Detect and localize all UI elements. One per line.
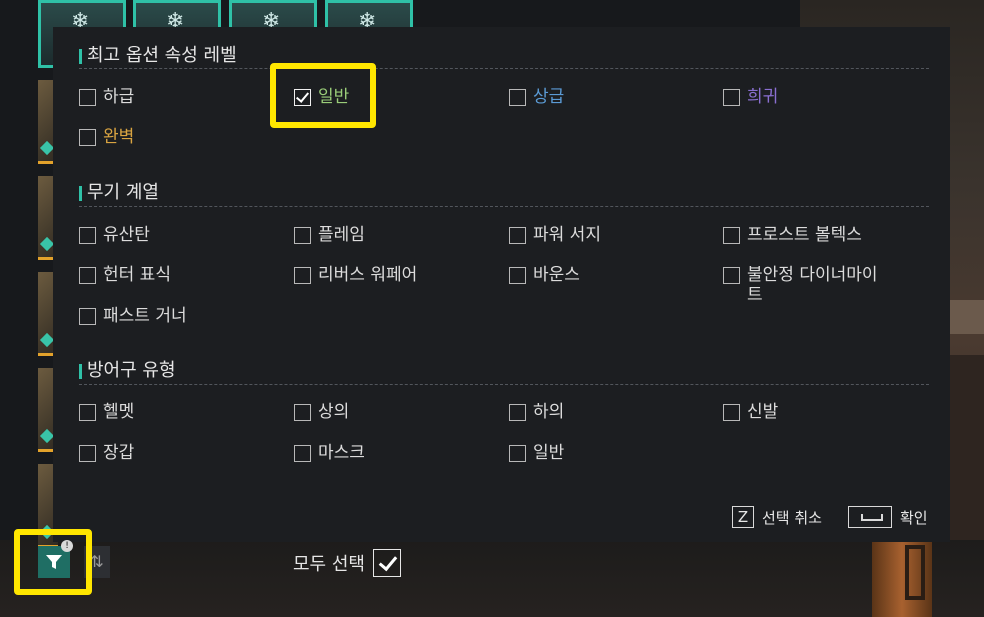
checkbox[interactable] — [294, 404, 311, 421]
option-weapon-4[interactable]: 프로스트 볼텍스 — [723, 225, 862, 245]
option-label: 신발 — [747, 402, 779, 422]
option-grade-low[interactable]: 하급 — [79, 87, 134, 107]
checkbox[interactable] — [79, 227, 96, 244]
checkbox[interactable] — [79, 445, 96, 462]
checkbox[interactable] — [509, 404, 526, 421]
checkbox[interactable] — [79, 404, 96, 421]
section-divider — [79, 384, 929, 385]
select-all-label: 모두 선택 — [293, 554, 365, 575]
spacebar-icon — [848, 506, 892, 528]
option-label: 헌터 표식 — [103, 265, 171, 285]
confirm-button[interactable]: 확인 — [848, 506, 928, 528]
gem-icon — [39, 428, 55, 444]
option-label: 헬멧 — [103, 402, 135, 422]
background-detail — [950, 355, 984, 555]
cancel-selection-button[interactable]: Z 선택 취소 — [732, 506, 822, 528]
option-weapon-5[interactable]: 헌터 표식 — [79, 265, 171, 285]
option-armor-helmet[interactable]: 헬멧 — [79, 402, 134, 422]
checkbox[interactable] — [79, 308, 96, 325]
option-label: 완벽 — [103, 127, 135, 147]
option-label: 불안정 다이너마이트 — [747, 265, 878, 305]
option-label: 하의 — [533, 402, 565, 422]
section-divider — [79, 68, 929, 69]
gem-icon — [39, 332, 55, 348]
option-armor-normal[interactable]: 일반 — [509, 443, 564, 463]
checkbox[interactable] — [79, 89, 96, 106]
checkbox[interactable] — [294, 445, 311, 462]
confirm-label: 확인 — [900, 508, 928, 527]
option-armor-gloves[interactable]: 장갑 — [79, 443, 134, 463]
checkbox[interactable] — [723, 227, 740, 244]
option-grade-perfect[interactable]: 완벽 — [79, 127, 134, 147]
option-label: 장갑 — [103, 443, 135, 463]
highlight-box-grade-normal — [270, 63, 376, 128]
background-floor — [0, 540, 984, 617]
checkbox[interactable] — [723, 267, 740, 284]
background-ladder — [905, 545, 925, 600]
option-armor-top[interactable]: 상의 — [294, 402, 349, 422]
highlight-box-filter — [14, 529, 92, 595]
option-label: 프로스트 볼텍스 — [747, 225, 862, 245]
option-armor-shoes[interactable]: 신발 — [723, 402, 778, 422]
cancel-selection-label: 선택 취소 — [762, 508, 822, 527]
option-armor-bottom[interactable]: 하의 — [509, 402, 564, 422]
checkbox[interactable] — [79, 129, 96, 146]
option-label: 패스트 거너 — [103, 306, 187, 326]
option-label: 파워 서지 — [533, 225, 601, 245]
filter-panel: 최고 옵션 속성 레벨 하급 일반 상급 희귀 완벽 무기 계열 유산탄 플레임… — [53, 27, 950, 542]
checkbox[interactable] — [509, 267, 526, 284]
gem-icon — [39, 140, 55, 156]
option-label: 하급 — [103, 87, 135, 107]
option-weapon-6[interactable]: 리버스 워페어 — [294, 265, 417, 285]
checkbox[interactable] — [509, 445, 526, 462]
select-all-checkbox[interactable] — [372, 549, 401, 577]
checkbox[interactable] — [509, 227, 526, 244]
option-label: 일반 — [533, 443, 565, 463]
option-label: 마스크 — [318, 443, 365, 463]
option-grade-advanced[interactable]: 상급 — [509, 87, 564, 107]
checkbox[interactable] — [294, 227, 311, 244]
option-label: 바운스 — [533, 265, 580, 285]
select-all-toggle[interactable]: 모두 선택 — [293, 549, 401, 577]
option-grade-rare[interactable]: 희귀 — [723, 87, 778, 107]
option-label: 리버스 워페어 — [318, 265, 418, 285]
section-title-armor-type: 방어구 유형 — [79, 360, 176, 382]
option-armor-mask[interactable]: 마스크 — [294, 443, 365, 463]
background-detail — [950, 300, 984, 334]
option-label: 희귀 — [747, 87, 779, 107]
option-weapon-1[interactable]: 유산탄 — [79, 225, 150, 245]
option-label: 상의 — [318, 402, 350, 422]
option-weapon-8[interactable]: 불안정 다이너마이트 — [723, 265, 887, 305]
option-weapon-7[interactable]: 바운스 — [509, 265, 580, 285]
option-label: 플레임 — [318, 225, 365, 245]
option-label: 상급 — [533, 87, 565, 107]
section-divider — [79, 206, 929, 207]
z-key-icon: Z — [732, 506, 754, 528]
option-weapon-9[interactable]: 패스트 거너 — [79, 306, 187, 326]
option-label: 유산탄 — [103, 225, 150, 245]
section-title-option-level: 최고 옵션 속성 레벨 — [79, 45, 237, 67]
option-weapon-2[interactable]: 플레임 — [294, 225, 365, 245]
option-weapon-3[interactable]: 파워 서지 — [509, 225, 601, 245]
checkbox[interactable] — [79, 267, 96, 284]
gem-icon — [39, 236, 55, 252]
checkbox[interactable] — [723, 404, 740, 421]
checkbox[interactable] — [509, 89, 526, 106]
checkbox[interactable] — [723, 89, 740, 106]
checkbox[interactable] — [294, 267, 311, 284]
section-title-weapon-series: 무기 계열 — [79, 182, 159, 204]
sort-icon: ⇅ — [90, 552, 104, 571]
